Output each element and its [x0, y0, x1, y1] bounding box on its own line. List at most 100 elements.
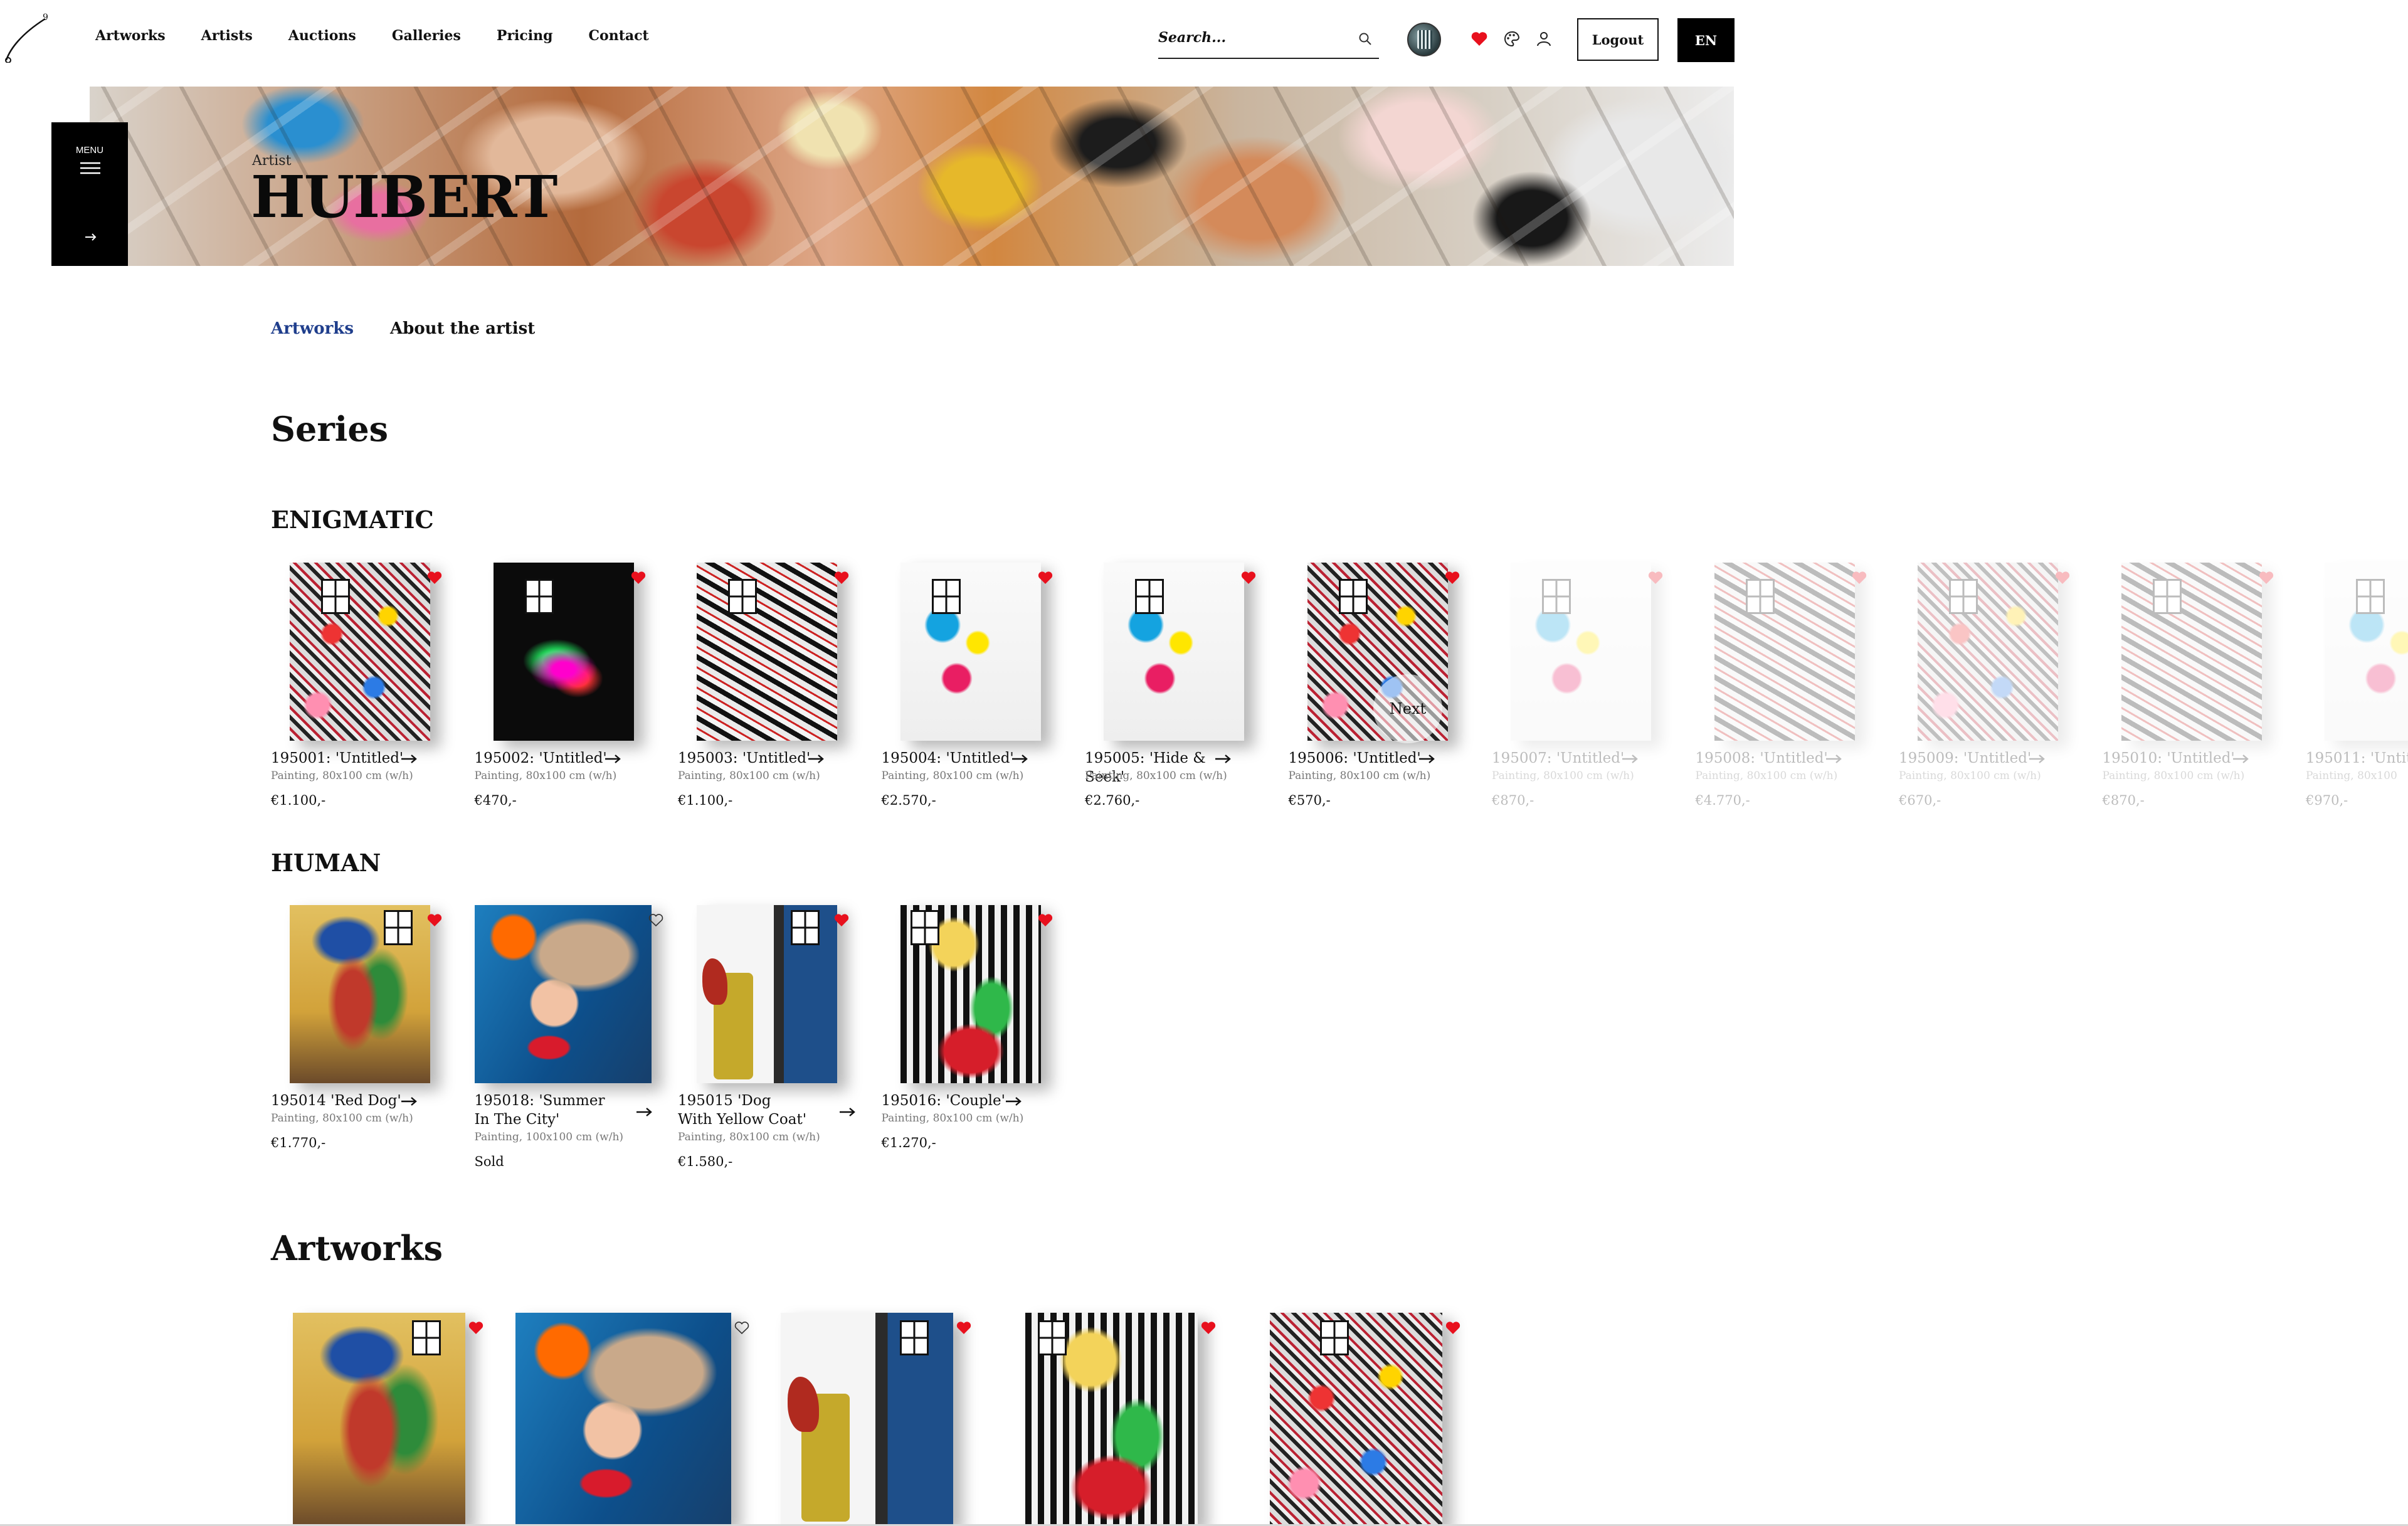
favorite-heart-icon[interactable] [833, 570, 850, 585]
favorite-heart-icon[interactable] [1444, 570, 1460, 585]
favorite-heart-icon[interactable] [833, 913, 850, 928]
painted-window-motif [412, 1320, 441, 1355]
artwork-title[interactable]: 195004: 'Untitled' [882, 749, 1032, 768]
favorite-heart-icon[interactable] [426, 913, 443, 928]
favorite-heart-icon[interactable] [630, 570, 647, 585]
arrow-right-icon[interactable] [2232, 753, 2251, 765]
artwork-image[interactable] [474, 905, 652, 1083]
artwork-meta: Painting, 80x100 cm (w/h) [474, 770, 617, 782]
user-icon[interactable] [1534, 29, 1553, 48]
favorite-heart-icon[interactable] [956, 1320, 972, 1335]
artwork-image[interactable] [1025, 1313, 1198, 1526]
favorite-heart-icon[interactable] [468, 1320, 484, 1335]
tab-about-artist[interactable]: About the artist [390, 319, 535, 338]
artwork-image[interactable] [293, 1313, 465, 1526]
menu-toggle[interactable]: MENU [51, 122, 128, 266]
tab-artworks[interactable]: Artworks [271, 319, 354, 338]
favorite-heart-outline-icon[interactable] [648, 913, 664, 928]
logout-button[interactable]: Logout [1577, 18, 1659, 61]
arrow-right-icon[interactable] [80, 230, 100, 244]
artwork-price: €970,- [2306, 793, 2348, 808]
artwork-title[interactable]: 195018: 'Summer In The City' [475, 1091, 606, 1129]
artwork-image[interactable] [290, 905, 430, 1083]
favorite-heart-icon[interactable] [1037, 570, 1054, 585]
arrow-right-icon[interactable] [2028, 753, 2047, 765]
logo-superscript: 9 [43, 13, 48, 23]
arrow-right-icon[interactable] [838, 1106, 857, 1118]
artwork-image[interactable] [900, 905, 1041, 1083]
arrow-right-icon[interactable] [807, 753, 826, 765]
carousel-next-hint[interactable]: Next [1373, 674, 1442, 743]
nav-galleries[interactable]: Galleries [392, 28, 461, 44]
artwork-title[interactable]: 195008: 'Untitled' [1696, 749, 1846, 768]
artwork-title[interactable]: 195007: 'Untitled' [1492, 749, 1642, 768]
arrow-right-icon[interactable] [1005, 1095, 1023, 1108]
artwork-image[interactable] [1511, 563, 1651, 741]
favorite-heart-outline-icon[interactable] [734, 1320, 750, 1335]
nav-contact[interactable]: Contact [589, 28, 649, 44]
artwork-title[interactable]: 195006: 'Untitled' [1289, 749, 1439, 768]
nav-artworks[interactable]: Artworks [95, 28, 166, 44]
artwork-image[interactable] [697, 563, 837, 741]
arrow-right-icon[interactable] [1825, 753, 1844, 765]
favorite-heart-icon[interactable] [2054, 570, 2071, 585]
artwork-title[interactable]: 195015 'Dog With Yellow Coat' [678, 1091, 810, 1129]
favorite-heart-icon[interactable] [1445, 1320, 1461, 1335]
artwork-image[interactable] [2121, 563, 2262, 741]
language-button[interactable]: EN [1677, 18, 1735, 62]
artwork-meta: Painting, 80x100 cm (w/h) [271, 1112, 413, 1125]
favorite-heart-icon[interactable] [1037, 913, 1054, 928]
painted-window-motif [900, 1320, 929, 1355]
artwork-price: €4.770,- [1695, 793, 1750, 808]
arrow-right-icon[interactable] [400, 1095, 419, 1108]
arrow-right-icon[interactable] [1621, 753, 1640, 765]
arrow-right-icon[interactable] [604, 753, 623, 765]
artwork-image[interactable] [290, 563, 430, 741]
artwork-image[interactable] [493, 563, 634, 741]
arrow-right-icon[interactable] [1011, 753, 1030, 765]
artwork-price: €670,- [1899, 793, 1941, 808]
artwork-image[interactable] [1714, 563, 1855, 741]
search-icon[interactable] [1358, 31, 1373, 46]
arrow-right-icon[interactable] [635, 1106, 654, 1118]
artwork-meta: Painting, 80x100 cm (w/h) [678, 1131, 820, 1143]
favorite-heart-icon[interactable] [1647, 570, 1664, 585]
favorite-heart-icon[interactable] [1200, 1320, 1217, 1335]
artwork-image[interactable] [1270, 1313, 1442, 1526]
arrow-right-icon[interactable] [400, 753, 419, 765]
artwork-title[interactable]: 195009: 'Untitled' [1899, 749, 2049, 768]
nav-artists[interactable]: Artists [201, 28, 253, 44]
artwork-image[interactable] [1104, 563, 1244, 741]
nav-pricing[interactable]: Pricing [497, 28, 553, 44]
avatar[interactable] [1407, 23, 1441, 56]
artwork-image[interactable] [781, 1313, 953, 1526]
favorite-heart-icon[interactable] [1851, 570, 1867, 585]
painted-window-motif [791, 910, 820, 945]
artwork-image[interactable] [900, 563, 1041, 741]
artwork-title[interactable]: 195002: 'Untitled' [475, 749, 625, 768]
artist-name: HUIBERT [251, 163, 557, 231]
logo[interactable]: 9 [3, 11, 53, 63]
painted-window-motif [321, 579, 350, 614]
artwork-image[interactable] [515, 1313, 731, 1526]
favorite-heart-icon[interactable] [1240, 570, 1257, 585]
palette-icon[interactable] [1502, 29, 1521, 48]
favorite-heart-icon[interactable] [2258, 570, 2274, 585]
artwork-price: €1.770,- [271, 1135, 326, 1150]
artwork-image[interactable] [697, 905, 837, 1083]
artwork-title[interactable]: 195001: 'Untitled' [271, 749, 421, 768]
favorites-heart-icon[interactable] [1470, 29, 1489, 48]
artwork-title[interactable]: 195003: 'Untitled' [678, 749, 828, 768]
artwork-image[interactable] [2325, 563, 2408, 741]
artwork-title[interactable]: 195014 'Red Dog' [271, 1091, 421, 1110]
search-box [1158, 23, 1379, 59]
favorite-heart-icon[interactable] [426, 570, 443, 585]
artwork-title[interactable]: 195011: 'Untitle [2306, 749, 2408, 768]
search-input[interactable] [1158, 23, 1346, 53]
artwork-meta: Painting, 80x100 cm (w/h) [1899, 770, 2041, 782]
arrow-right-icon[interactable] [1214, 753, 1233, 765]
nav-auctions[interactable]: Auctions [288, 28, 356, 44]
artwork-title[interactable]: 195010: 'Untitled' [2103, 749, 2253, 768]
artwork-image[interactable] [1918, 563, 2058, 741]
arrow-right-icon[interactable] [1418, 753, 1437, 765]
